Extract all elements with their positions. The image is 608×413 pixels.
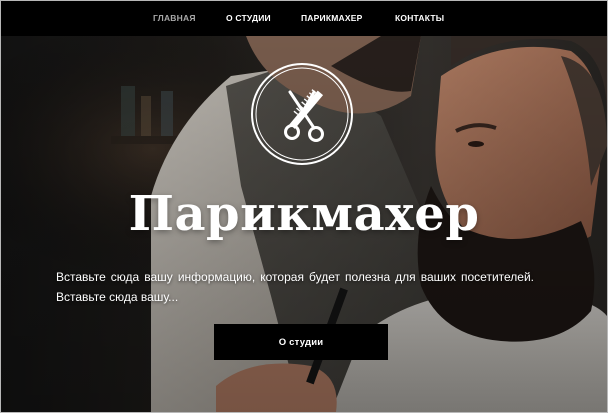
browser-viewport: ГЛАВНАЯ О СТУДИИ ПАРИКМАХЕР КОНТАКТЫ Пар… — [0, 0, 608, 413]
hero-title: Парикмахер — [128, 186, 480, 242]
nav-item-contacts[interactable]: КОНТАКТЫ — [395, 13, 444, 23]
nav-item-about-studio[interactable]: О СТУДИИ — [226, 13, 271, 23]
about-studio-button[interactable]: О студии — [214, 324, 388, 360]
hero-description: Вставьте сюда вашу информацию, которая б… — [56, 270, 534, 304]
nav-item-home[interactable]: ГЛАВНАЯ — [153, 13, 196, 23]
top-navigation: ГЛАВНАЯ О СТУДИИ ПАРИКМАХЕР КОНТАКТЫ — [1, 1, 607, 36]
scissors-comb-icon — [251, 63, 353, 165]
nav-item-barber[interactable]: ПАРИКМАХЕР — [301, 13, 362, 23]
hero-section: Парикмахер Вставьте сюда вашу информацию… — [1, 36, 607, 412]
